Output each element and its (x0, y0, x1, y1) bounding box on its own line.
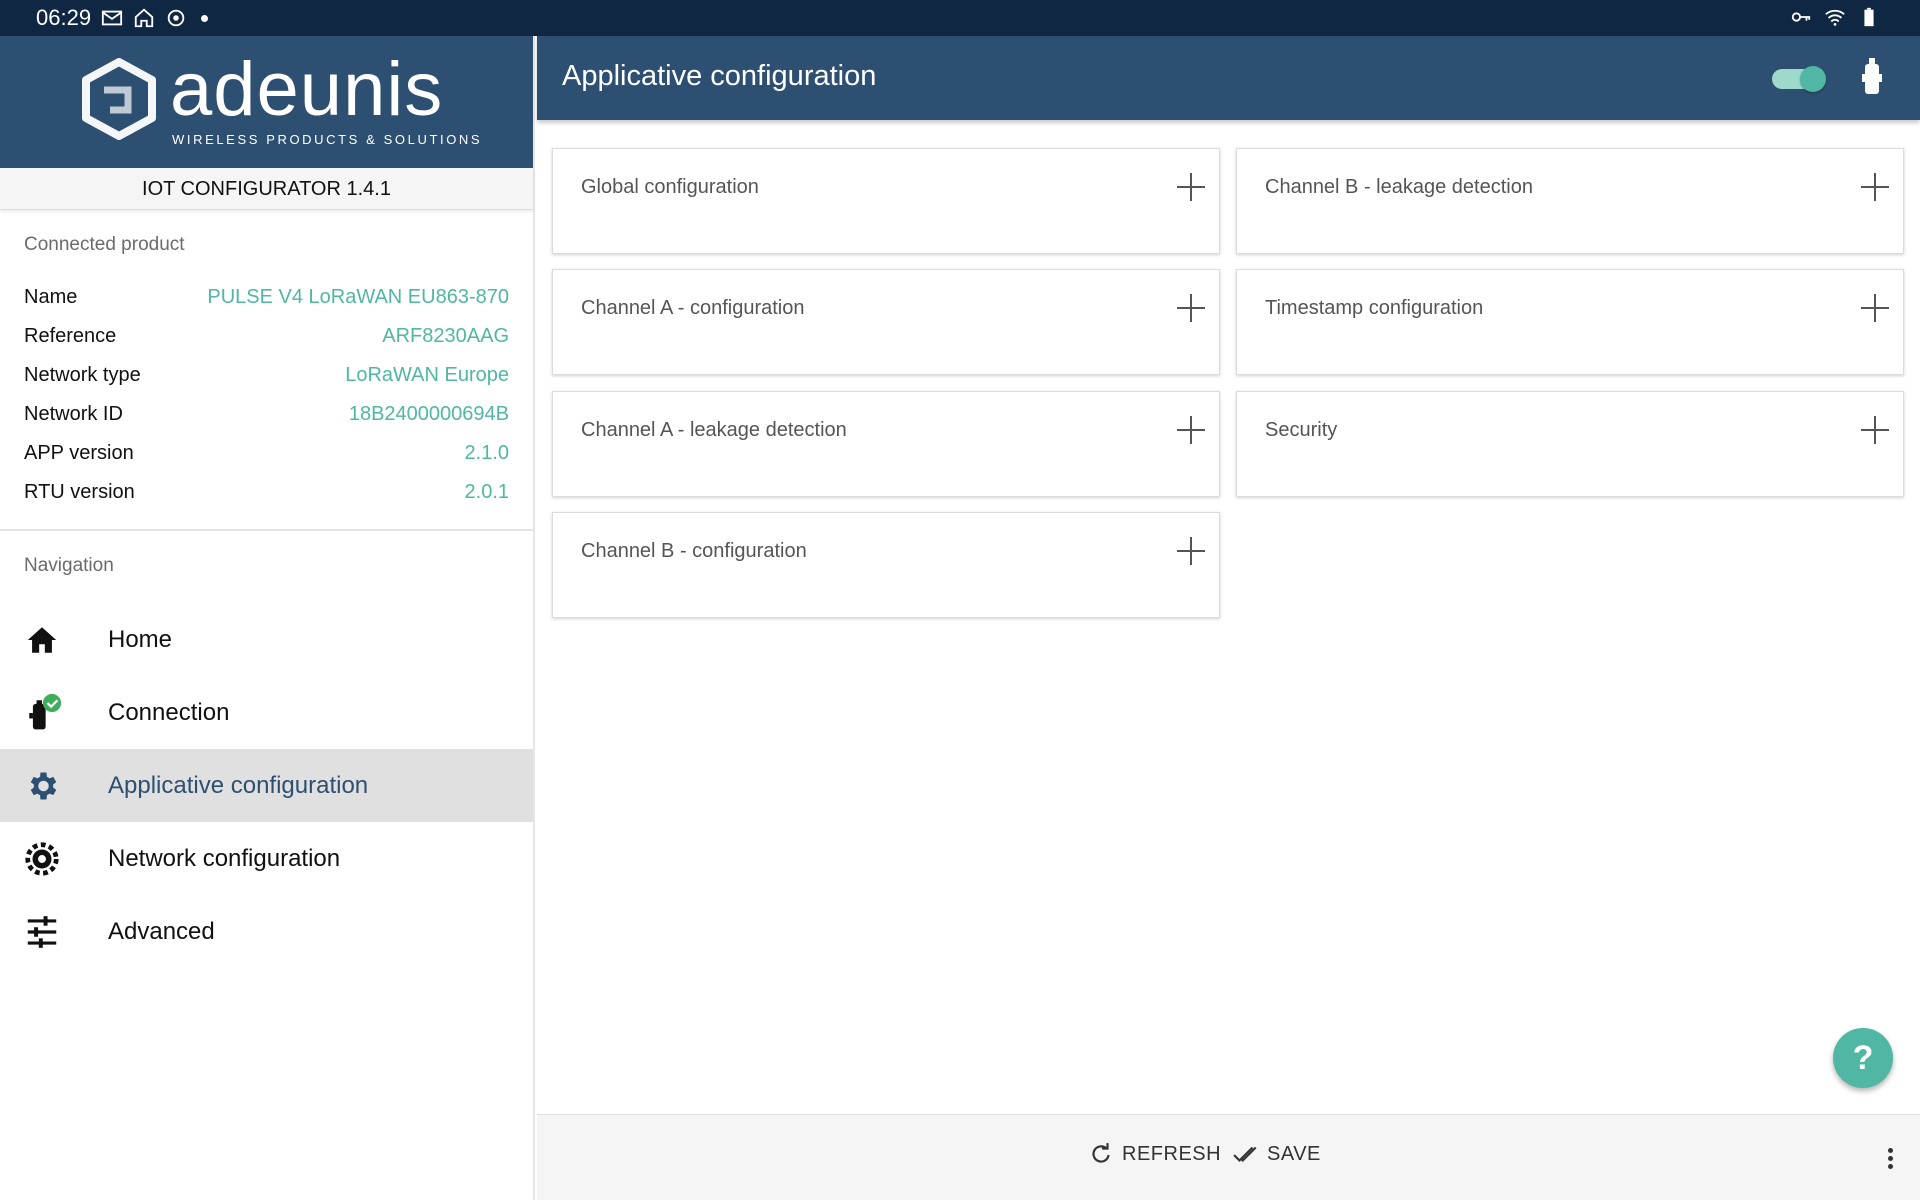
nav-item-label: Connection (108, 698, 230, 726)
home-icon (22, 620, 62, 660)
card-global-configuration[interactable]: Global configuration (552, 148, 1220, 254)
info-row-rtu-version: RTU version 2.0.1 (24, 473, 509, 512)
nav-item-home[interactable]: Home (0, 603, 533, 676)
card-channel-b-configuration[interactable]: Channel B - configuration (552, 512, 1220, 618)
card-label: Channel A - configuration (581, 297, 805, 319)
connection-device-icon (22, 693, 62, 733)
brand-tagline: WIRELESS PRODUCTS & SOLUTIONS (172, 132, 483, 147)
navigation-list: Home Connection Applicative configuratio… (0, 603, 533, 968)
status-time: 06:29 (36, 5, 92, 30)
page-title: Applicative configuration (562, 60, 877, 92)
sidebar-divider (0, 529, 533, 531)
expand-plus-icon[interactable] (1177, 537, 1205, 565)
system-status-bar: 06:29 (0, 0, 1920, 36)
bottom-action-bar: REFRESH SAVE (537, 1114, 1920, 1200)
info-key: Network ID (24, 403, 123, 425)
sliders-icon (22, 912, 62, 952)
info-key: Reference (24, 325, 117, 347)
info-row-network-type: Network type LoRaWAN Europe (24, 356, 509, 395)
info-key: Network type (24, 364, 141, 386)
info-value: LoRaWAN Europe (345, 364, 509, 386)
card-label: Channel B - configuration (581, 540, 807, 562)
sync-notification-icon (167, 9, 185, 27)
card-label: Security (1265, 419, 1338, 441)
card-label: Timestamp configuration (1265, 297, 1484, 319)
card-channel-a-configuration[interactable]: Channel A - configuration (552, 269, 1220, 375)
wifi-icon (1825, 9, 1845, 26)
connected-product-title: Connected product (24, 234, 185, 255)
main-content: Applicative configuration Global configu… (537, 36, 1920, 1200)
refresh-label: REFRESH (1122, 1142, 1222, 1165)
info-row-name: Name PULSE V4 LoRaWAN EU863-870 (24, 278, 509, 317)
info-row-reference: Reference ARF8230AAG (24, 317, 509, 356)
navigation-drawer: adeunis WIRELESS PRODUCTS & SOLUTIONS IO… (0, 36, 535, 1200)
nav-item-advanced[interactable]: Advanced (0, 895, 533, 968)
help-button[interactable]: ? (1833, 1028, 1893, 1088)
expand-plus-icon[interactable] (1861, 416, 1889, 444)
connection-toggle[interactable] (1772, 66, 1826, 92)
app-bar: Applicative configuration (537, 36, 1920, 120)
card-label: Channel B - leakage detection (1265, 176, 1533, 198)
device-icon[interactable] (1860, 56, 1884, 96)
info-key: RTU version (24, 481, 135, 503)
status-system-icons (1790, 6, 1880, 28)
expand-plus-icon[interactable] (1861, 294, 1889, 322)
info-row-network-id: Network ID 18B2400000694B (24, 395, 509, 434)
app-version: IOT CONFIGURATOR 1.4.1 (0, 168, 533, 210)
navigation-title: Navigation (24, 555, 114, 576)
double-check-icon (1233, 1146, 1257, 1163)
refresh-button[interactable]: REFRESH (1088, 1141, 1221, 1167)
refresh-icon (1092, 1143, 1110, 1163)
card-channel-a-leakage-detection[interactable]: Channel A - leakage detection (552, 391, 1220, 497)
expand-plus-icon[interactable] (1177, 294, 1205, 322)
nav-item-applicative-configuration[interactable]: Applicative configuration (0, 749, 533, 822)
toggle-thumb (1800, 66, 1826, 92)
nav-item-label: Advanced (108, 917, 215, 945)
card-security[interactable]: Security (1236, 391, 1904, 497)
info-key: APP version (24, 442, 134, 464)
info-value: PULSE V4 LoRaWAN EU863-870 (207, 286, 509, 308)
expand-plus-icon[interactable] (1861, 173, 1889, 201)
nav-item-label: Network configuration (108, 844, 341, 872)
expand-plus-icon[interactable] (1177, 416, 1205, 444)
brand-name: adeunis (170, 47, 444, 132)
card-label: Global configuration (581, 176, 759, 198)
nav-item-label: Home (108, 625, 173, 653)
save-label: SAVE (1267, 1142, 1321, 1165)
info-value: 18B2400000694B (348, 403, 509, 425)
nav-item-connection[interactable]: Connection (0, 676, 533, 749)
mail-notification-icon (101, 10, 123, 26)
connected-product-info: Name PULSE V4 LoRaWAN EU863-870 Referenc… (0, 278, 533, 512)
card-channel-b-leakage-detection[interactable]: Channel B - leakage detection (1236, 148, 1904, 254)
card-timestamp-configuration[interactable]: Timestamp configuration (1236, 269, 1904, 375)
card-label: Channel A - leakage detection (581, 419, 847, 441)
status-notification-icons (101, 7, 187, 29)
network-gear-icon (22, 839, 62, 879)
status-more-dot (201, 14, 209, 22)
info-value: 2.0.1 (464, 481, 509, 503)
nav-item-label: Applicative configuration (108, 771, 369, 799)
nav-item-network-configuration[interactable]: Network configuration (0, 822, 533, 895)
adeunis-logo-icon (82, 58, 156, 140)
info-row-app-version: APP version 2.1.0 (24, 434, 509, 473)
expand-plus-icon[interactable] (1177, 173, 1205, 201)
home-notification-icon (134, 8, 154, 28)
info-value: ARF8230AAG (382, 325, 509, 347)
more-options-icon[interactable] (1888, 1148, 1894, 1170)
gear-icon (22, 766, 62, 806)
vpn-key-icon (1791, 12, 1811, 22)
info-key: Name (24, 286, 78, 308)
brand-header: adeunis WIRELESS PRODUCTS & SOLUTIONS (0, 36, 533, 168)
battery-icon (1864, 7, 1874, 27)
info-value: 2.1.0 (464, 442, 509, 464)
save-button[interactable]: SAVE (1233, 1141, 1321, 1167)
